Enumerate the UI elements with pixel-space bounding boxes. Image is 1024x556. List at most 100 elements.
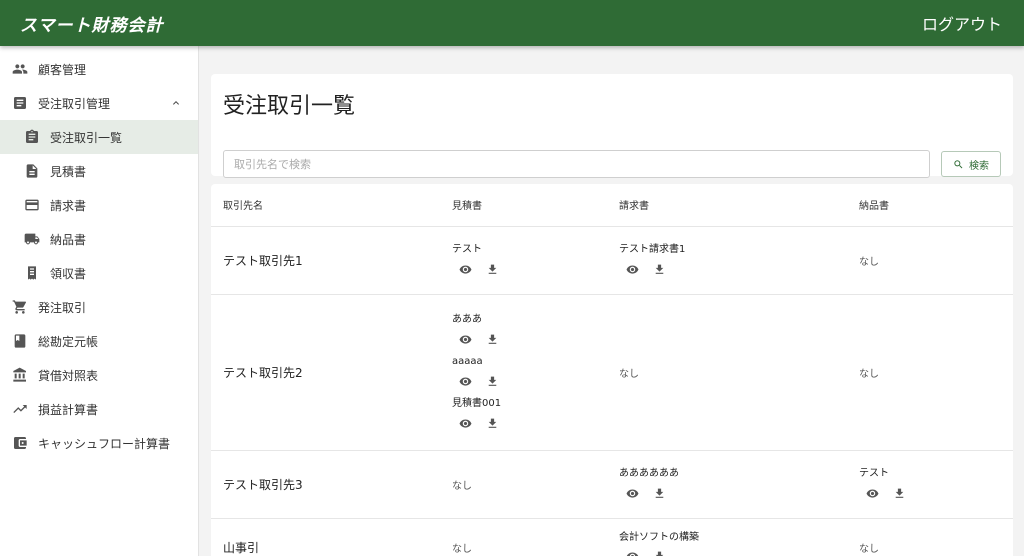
download-icon[interactable]: [481, 370, 503, 392]
sidebar-item-general-ledger[interactable]: 総勘定元帳: [0, 324, 198, 358]
estimates-cell: あああ aaaaa 見積書001: [440, 294, 607, 451]
trending-up-icon: [12, 401, 28, 417]
search-bar: 検索: [223, 150, 1001, 178]
view-icon[interactable]: [454, 370, 476, 392]
download-icon[interactable]: [648, 482, 670, 504]
sidebar-item-order-list[interactable]: 受注取引一覧: [0, 120, 198, 154]
view-icon[interactable]: [454, 328, 476, 350]
table-row: 山事引 なし 会計ソフトの構築 なし: [211, 518, 1013, 556]
sidebar-item-label: 損益計算書: [38, 402, 99, 417]
column-header-estimates: 見積書: [440, 184, 607, 227]
invoices-cell: ああああああ: [607, 450, 847, 519]
sidebar-item-income-statement[interactable]: 損益計算書: [0, 392, 198, 426]
sidebar-item-label: 請求書: [50, 198, 87, 213]
document-actions: [454, 411, 607, 435]
sidebar-item-label: 納品書: [50, 232, 87, 247]
sidebar-item-label: 顧客管理: [38, 62, 87, 77]
table-row: テスト取引先3 なし ああああああ テスト: [211, 450, 1013, 519]
column-header-deliveries: 納品書: [847, 184, 1013, 227]
client-name-cell: 山事引: [211, 518, 440, 556]
document-actions: [454, 327, 607, 351]
sidebar-item-balance-sheet[interactable]: 貸借対照表: [0, 358, 198, 392]
document-name: テスト請求書1: [619, 244, 686, 255]
view-icon[interactable]: [454, 258, 476, 280]
main-content: 受注取引一覧 検索 取引先名 見積書 請求書 納品書 テスト取引先1 テスト: [211, 74, 1013, 556]
clipboard-icon: [24, 129, 40, 145]
logout-button[interactable]: ログアウト: [922, 11, 1002, 35]
sidebar: 顧客管理 受注取引管理 受注取引一覧 見積書 請求書 納品書 領収書 発注取引 …: [0, 46, 199, 556]
document-name: 見積書001: [452, 398, 502, 409]
wallet-icon: [12, 435, 28, 451]
document-name: あああ: [452, 314, 482, 325]
estimates-empty-cell: なし: [440, 450, 607, 519]
table-row: テスト取引先2 あああ aaaaa 見積書001 なし なし: [211, 294, 1013, 451]
client-name-cell: テスト取引先1: [211, 226, 440, 295]
sidebar-item-label: キャッシュフロー計算書: [38, 436, 171, 451]
sidebar-item-label: 発注取引: [38, 300, 87, 315]
sidebar-item-receipts[interactable]: 領収書: [0, 256, 198, 290]
orders-table: 取引先名 見積書 請求書 納品書 テスト取引先1 テスト テスト請求書1 なし: [211, 184, 1013, 556]
file-icon: [24, 163, 40, 179]
document-actions: [454, 369, 607, 393]
download-icon[interactable]: [888, 482, 910, 504]
search-button[interactable]: 検索: [941, 151, 1001, 177]
sidebar-item-order-management[interactable]: 受注取引管理: [0, 86, 198, 120]
invoices-cell: テスト請求書1: [607, 226, 847, 295]
document-name: ああああああ: [619, 468, 679, 479]
book-icon: [12, 333, 28, 349]
view-icon[interactable]: [621, 546, 643, 556]
document-actions: [861, 481, 1013, 505]
column-header-client: 取引先名: [211, 184, 440, 227]
column-header-invoices: 請求書: [607, 184, 847, 227]
view-icon[interactable]: [861, 482, 883, 504]
brand-logo[interactable]: スマート財務会計: [20, 11, 164, 36]
bank-icon: [12, 367, 28, 383]
sidebar-item-purchase-orders[interactable]: 発注取引: [0, 290, 198, 324]
sidebar-item-estimates[interactable]: 見積書: [0, 154, 198, 188]
document-actions: [621, 257, 847, 281]
search-input[interactable]: [223, 150, 931, 178]
download-icon[interactable]: [481, 412, 503, 434]
sidebar-item-label: 貸借対照表: [38, 368, 99, 383]
cart-icon: [12, 299, 28, 315]
sidebar-item-label: 総勘定元帳: [38, 334, 99, 349]
sidebar-item-cash-flow[interactable]: キャッシュフロー計算書: [0, 426, 198, 460]
document-name: aaaaa: [452, 356, 483, 367]
sidebar-item-invoices[interactable]: 請求書: [0, 188, 198, 222]
sidebar-item-label: 見積書: [50, 164, 87, 179]
document-name: テスト: [452, 244, 482, 255]
download-icon[interactable]: [648, 258, 670, 280]
invoices-empty-cell: なし: [607, 294, 847, 451]
sidebar-item-label: 受注取引管理: [38, 96, 111, 111]
download-icon[interactable]: [481, 328, 503, 350]
page-header-card: 受注取引一覧 検索: [211, 74, 1013, 178]
search-button-label: 検索: [969, 160, 990, 172]
view-icon[interactable]: [454, 412, 476, 434]
orders-table-card: 取引先名 見積書 請求書 納品書 テスト取引先1 テスト テスト請求書1 なし: [211, 184, 1013, 556]
truck-icon: [24, 231, 40, 247]
chevron-up-icon[interactable]: [170, 97, 182, 109]
page-title: 受注取引一覧: [223, 94, 356, 119]
client-name-cell: テスト取引先2: [211, 294, 440, 451]
view-icon[interactable]: [621, 482, 643, 504]
download-icon[interactable]: [481, 258, 503, 280]
view-icon[interactable]: [621, 258, 643, 280]
sidebar-item-deliveries[interactable]: 納品書: [0, 222, 198, 256]
people-icon: [12, 61, 28, 77]
search-icon: [954, 159, 963, 168]
app-bar: スマート財務会計 ログアウト: [0, 0, 1024, 46]
sidebar-item-label: 受注取引一覧: [50, 130, 123, 145]
deliveries-cell: テスト: [847, 450, 1013, 519]
list-icon: [12, 95, 28, 111]
receipt-icon: [24, 265, 40, 281]
document-actions: [454, 257, 607, 281]
document-actions: [621, 481, 847, 505]
download-icon[interactable]: [648, 546, 670, 556]
estimates-cell: テスト: [440, 226, 607, 295]
document-name: 会計ソフトの構築: [619, 531, 699, 543]
sidebar-item-label: 領収書: [50, 266, 87, 281]
table-body: テスト取引先1 テスト テスト請求書1 なし テスト取引先2 あああ aaaaa…: [211, 226, 1013, 556]
table-header-row: 取引先名 見積書 請求書 納品書: [211, 184, 1013, 227]
deliveries-empty-cell: なし: [847, 294, 1013, 451]
sidebar-item-customers[interactable]: 顧客管理: [0, 52, 198, 86]
